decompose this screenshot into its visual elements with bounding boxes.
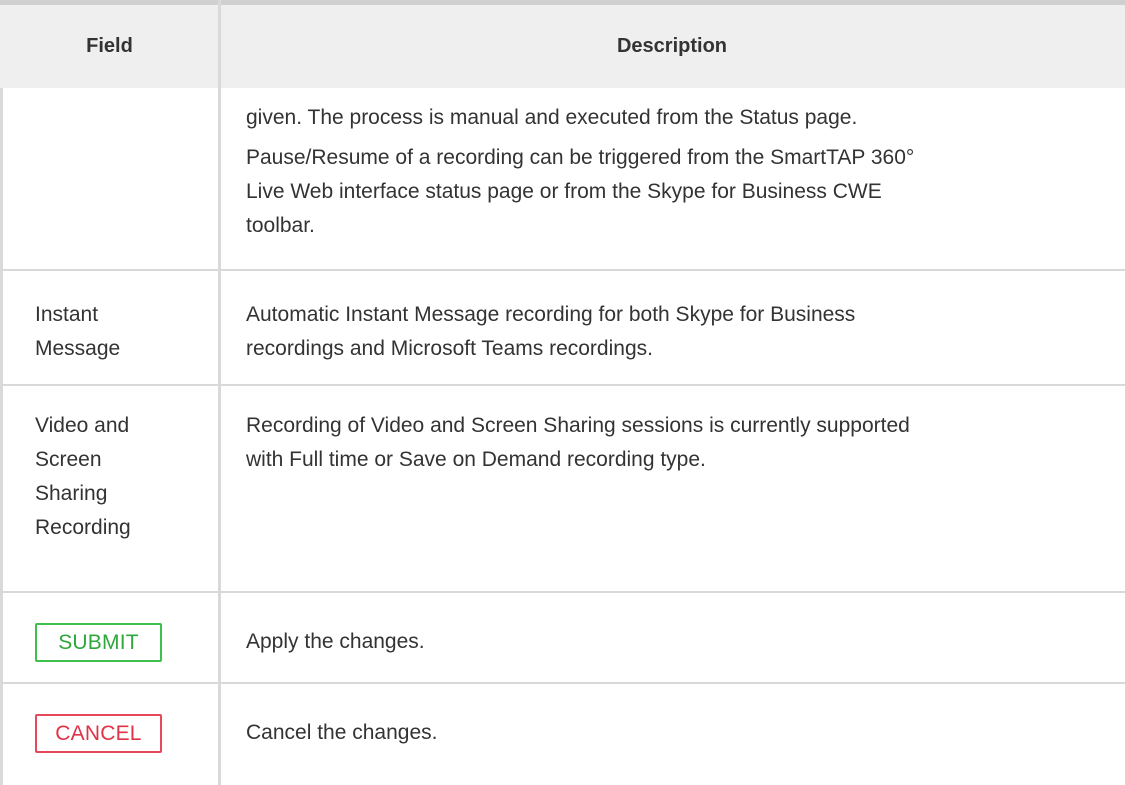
row-divider <box>0 591 1125 593</box>
table-header-row: Field Description <box>0 0 1125 88</box>
description-line: with Full time or Save on Demand recordi… <box>246 448 706 471</box>
field-line: Video and <box>35 414 130 437</box>
field-line: Screen <box>35 448 102 471</box>
field-line: Sharing <box>35 482 108 505</box>
description-line: toolbar. <box>246 214 315 237</box>
row-divider <box>0 384 1125 386</box>
row-divider <box>0 682 1125 684</box>
description-cell-continuation: given. The process is manual and execute… <box>246 101 1106 243</box>
description-line: Pause/Resume of a recording can be trigg… <box>246 146 915 169</box>
header-field: Field <box>86 35 133 57</box>
description-cell-video-screen-sharing: Recording of Video and Screen Sharing se… <box>246 409 1106 477</box>
description-line: Live Web interface status page or from t… <box>246 180 882 203</box>
header-description: Description <box>616 35 728 57</box>
field-cell-instant-message: Instant Message <box>35 298 210 366</box>
field-line: Instant <box>35 303 99 326</box>
description-cell-cancel: Cancel the changes. <box>246 721 438 744</box>
field-description-table: Field Description given. The process is … <box>0 0 1125 785</box>
field-cell-video-screen-sharing: Video and Screen Sharing Recording <box>35 409 210 545</box>
description-line: Automatic Instant Message recording for … <box>246 303 856 326</box>
table-left-border <box>0 88 3 785</box>
description-line: recordings and Microsoft Teams recording… <box>246 337 653 360</box>
description-line: Recording of Video and Screen Sharing se… <box>246 414 910 437</box>
field-line: Recording <box>35 516 131 539</box>
column-divider <box>218 0 221 785</box>
field-line: Message <box>35 337 121 360</box>
description-cell-instant-message: Automatic Instant Message recording for … <box>246 298 1106 366</box>
submit-button[interactable]: SUBMIT <box>35 623 162 662</box>
description-cell-submit: Apply the changes. <box>246 630 425 653</box>
row-divider <box>0 269 1125 271</box>
cancel-button[interactable]: CANCEL <box>35 714 162 753</box>
description-line: given. The process is manual and execute… <box>246 106 858 129</box>
